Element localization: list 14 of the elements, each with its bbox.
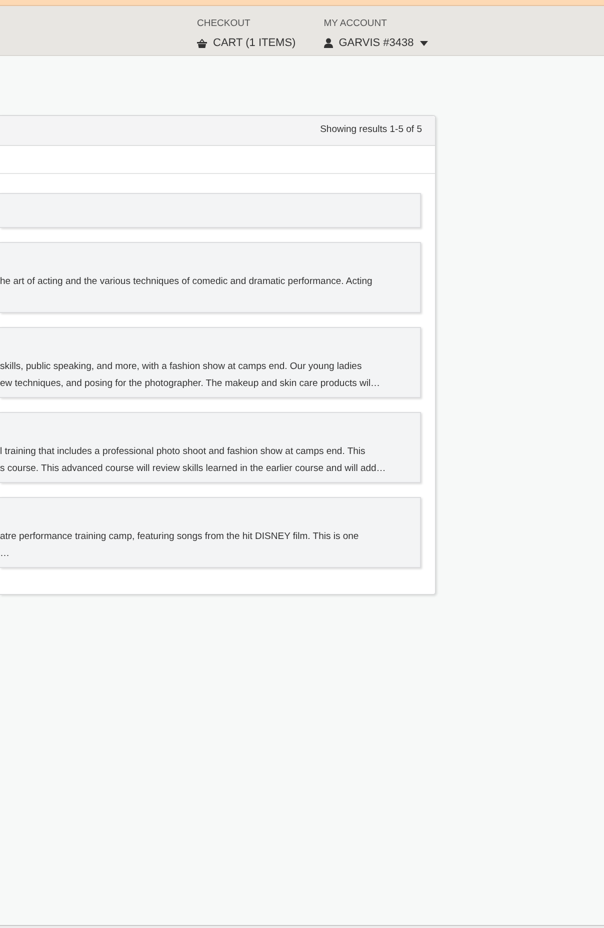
basket-icon <box>197 38 207 48</box>
course-description: skills, public speaking, and more, with a fashion show at camps end. Our young ladies <box>0 360 363 374</box>
cart-link[interactable]: CART (1 ITEMS) <box>197 35 296 51</box>
course-description: ew techniques, and posing for the photographer. The makeup and skin care products wil… <box>0 377 382 391</box>
course-description: … <box>0 547 10 561</box>
course-description: s course. This advanced course will review skills learned in the earlier course and will add… <box>0 462 387 476</box>
account-menu-link[interactable]: GARVIS #3438 <box>324 35 428 51</box>
course-description: atre performance training camp, featuring songs from the hit DISNEY film. This is one <box>0 530 360 544</box>
user-icon <box>324 38 333 48</box>
course-description: l training that includes a professional photo shoot and fashion show at camps end. This <box>0 445 366 459</box>
menu-label: CHECKOUT <box>197 17 252 31</box>
results-count: Showing results 1-5 of 5 <box>320 123 422 138</box>
menu-label: MY ACCOUNT <box>324 17 388 31</box>
course-description: he art of acting and the various techniques of comedic and dramatic performance. Acting <box>0 275 374 289</box>
